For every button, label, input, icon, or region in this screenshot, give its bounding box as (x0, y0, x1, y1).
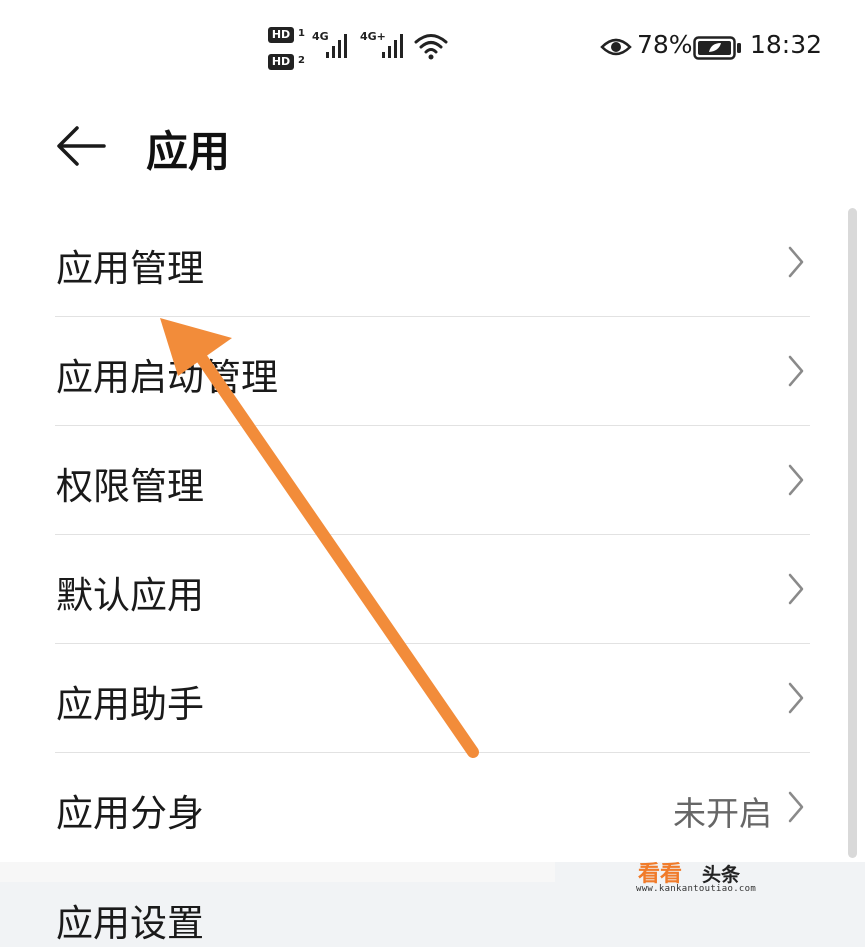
list-item-app-twin[interactable]: 应用分身 未开启 (0, 753, 865, 862)
sim1-number: 1 (298, 28, 305, 39)
back-arrow-icon (57, 126, 106, 166)
sim2-hd-badge: HD (268, 54, 294, 70)
list-item-app-assistant[interactable]: 应用助手 (0, 644, 865, 753)
eye-icon (600, 38, 632, 56)
back-button[interactable] (50, 116, 114, 176)
page-title: 应用 (146, 127, 231, 176)
list-item-label: 默认应用 (56, 574, 204, 617)
net2-label: 4G+ (360, 30, 386, 43)
status-bar: HD 1 HD 2 4G 4G+ 78% 18:32 (0, 0, 865, 95)
sim2-number: 2 (298, 55, 305, 66)
app-settings-page: HD 1 HD 2 4G 4G+ 78% 18:32 应用 应用管理 应用启动管… (0, 0, 865, 862)
chevron-right-icon (788, 464, 804, 496)
list-item-label: 权限管理 (56, 465, 204, 508)
list-item-label: 应用管理 (56, 247, 204, 290)
list-item-app-launch-management[interactable]: 应用启动管理 (0, 317, 865, 426)
chevron-right-icon (788, 573, 804, 605)
wifi-icon (414, 34, 448, 60)
next-section-label: 应用设置 (56, 902, 204, 945)
battery-percent: 78% (637, 30, 693, 59)
watermark-logo: 看看 头条 www.kankantoutiao.com (636, 856, 776, 894)
chevron-right-icon (788, 791, 804, 823)
list-item-value: 未开启 (673, 794, 772, 833)
title-bar: 应用 (0, 100, 865, 200)
chevron-right-icon (788, 246, 804, 278)
clock: 18:32 (750, 30, 823, 59)
list-item-app-management[interactable]: 应用管理 (0, 208, 865, 317)
net1-label: 4G (312, 30, 329, 43)
sim1-hd-badge: HD (268, 27, 294, 43)
chevron-right-icon (788, 682, 804, 714)
chevron-right-icon (788, 355, 804, 387)
list-item-permission-management[interactable]: 权限管理 (0, 426, 865, 535)
watermark-url: www.kankantoutiao.com (636, 884, 757, 894)
watermark-sub: 头条 (702, 864, 741, 886)
list-item-label: 应用分身 (56, 792, 204, 835)
battery-icon (693, 36, 741, 60)
section-gap (0, 862, 555, 882)
list-item-label: 应用启动管理 (56, 356, 278, 399)
signal-icon: 4G (312, 30, 356, 62)
list-item-default-apps[interactable]: 默认应用 (0, 535, 865, 644)
scrollbar[interactable] (848, 208, 857, 858)
list-item-label: 应用助手 (56, 683, 204, 726)
sim-badges: HD 1 HD 2 (268, 27, 308, 75)
signal-icon: 4G+ (360, 30, 410, 62)
